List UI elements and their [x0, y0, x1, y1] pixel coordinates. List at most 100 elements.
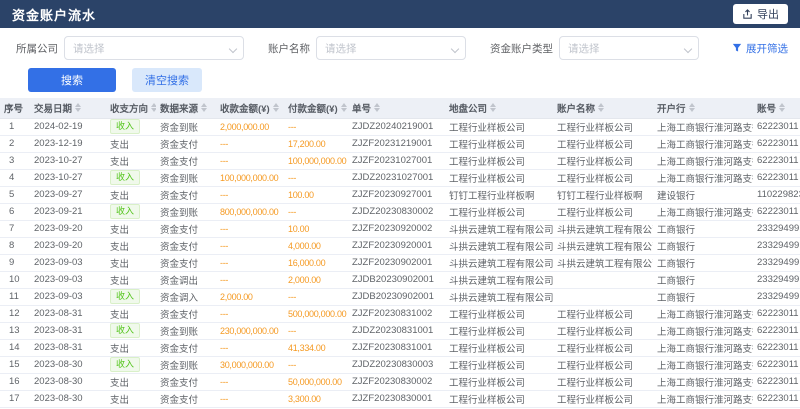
- cell-order: ZJZF20230927001: [348, 186, 445, 203]
- cell-account: 工程行业样板公司: [553, 390, 653, 407]
- search-button[interactable]: 搜索: [28, 68, 116, 92]
- cell-number: 62223011: [753, 135, 800, 152]
- column-header-number[interactable]: 账号: [753, 98, 800, 118]
- column-header-account[interactable]: 账户名称: [553, 98, 653, 118]
- table-row[interactable]: 42023-10-27收入资金到账100,000,000.00---ZJDZ20…: [0, 169, 800, 186]
- table-row[interactable]: 172023-08-30支出资金支付---3,300.00ZJZF2023083…: [0, 390, 800, 407]
- table-row[interactable]: 82023-09-20支出资金支付---4,000.00ZJZF20230920…: [0, 237, 800, 254]
- expense-text: 支出: [110, 140, 129, 151]
- cell-pay: 500,000,000.00: [284, 305, 348, 322]
- cell-number: 23329499: [753, 271, 800, 288]
- cell-site: 斗拱云建筑工程有限公司: [445, 271, 553, 288]
- cell-account: 斗拱云建筑工程有限公司: [553, 220, 653, 237]
- cell-order: ZJDZ20230830002: [348, 203, 445, 220]
- table-row[interactable]: 142023-08-31支出资金支付---41,334.00ZJZF202308…: [0, 339, 800, 356]
- cell-account: [553, 271, 653, 288]
- cell-number: 62223011: [753, 373, 800, 390]
- cell-source: 资金调入: [156, 288, 216, 305]
- table-row[interactable]: 102023-09-03支出资金调出---2,000.00ZJDB2023090…: [0, 271, 800, 288]
- cell-account: 工程行业样板公司: [553, 135, 653, 152]
- sort-icon[interactable]: [490, 103, 496, 112]
- cell-order: ZJZF20231027001: [348, 152, 445, 169]
- column-header-source[interactable]: 数据来源: [156, 98, 216, 118]
- cell-order: ZJDZ20231027001: [348, 169, 445, 186]
- table-row[interactable]: 62023-09-21收入资金到账800,000,000.00---ZJDZ20…: [0, 203, 800, 220]
- chevron-down-icon: [229, 45, 237, 53]
- sort-icon[interactable]: [689, 103, 695, 112]
- cell-pay: ---: [284, 169, 348, 186]
- cell-number: 62223011: [753, 322, 800, 339]
- cell-account: [553, 288, 653, 305]
- cell-date: 2023-09-27: [30, 186, 106, 203]
- column-label: 交易日期: [34, 101, 72, 115]
- table-row[interactable]: 112023-09-03收入资金调入2,000.00---ZJDB2023090…: [0, 288, 800, 305]
- cell-site: 工程行业样板公司: [445, 169, 553, 186]
- table-row[interactable]: 52023-09-27支出资金支付---100.00ZJZF2023092700…: [0, 186, 800, 203]
- sort-icon[interactable]: [151, 103, 156, 112]
- cell-receive: ---: [216, 271, 284, 288]
- cell-no: 5: [0, 186, 30, 203]
- cell-account: 斗拱云建筑工程有限公司: [553, 237, 653, 254]
- sort-icon[interactable]: [341, 103, 347, 112]
- table-row[interactable]: 152023-08-30收入资金到账30,000,000.00---ZJDZ20…: [0, 356, 800, 373]
- column-header-order[interactable]: 单号: [348, 98, 445, 118]
- column-header-site[interactable]: 地盘公司: [445, 98, 553, 118]
- cell-order: ZJZF20230920001: [348, 237, 445, 254]
- cell-pay: 17,200.00: [284, 135, 348, 152]
- cell-pay: 4,000.00: [284, 237, 348, 254]
- cell-direction: 支出: [106, 390, 156, 407]
- table-row[interactable]: 92023-09-03支出资金支付---16,000.00ZJZF2023090…: [0, 254, 800, 271]
- expense-text: 支出: [110, 310, 129, 321]
- sort-icon[interactable]: [779, 103, 785, 112]
- company-select[interactable]: 请选择: [64, 36, 244, 60]
- column-header-pay[interactable]: 付款金额(¥): [284, 98, 348, 118]
- cell-pay: 100.00: [284, 186, 348, 203]
- cell-no: 4: [0, 169, 30, 186]
- company-label: 所属公司: [16, 41, 58, 56]
- table-row[interactable]: 32023-10-27支出资金支付---100,000,000.00ZJZF20…: [0, 152, 800, 169]
- clear-search-button[interactable]: 清空搜索: [132, 68, 202, 92]
- cell-pay: 41,334.00: [284, 339, 348, 356]
- type-select[interactable]: 请选择: [559, 36, 699, 60]
- cell-bank: 工商银行: [653, 271, 753, 288]
- cell-source: 资金支付: [156, 186, 216, 203]
- table-row[interactable]: 122023-08-31支出资金支付---500,000,000.00ZJZF2…: [0, 305, 800, 322]
- sort-icon[interactable]: [75, 103, 81, 112]
- cell-site: 钉钉工程行业样板啊: [445, 186, 553, 203]
- column-header-date[interactable]: 交易日期: [30, 98, 106, 118]
- cell-pay: ---: [284, 322, 348, 339]
- column-header-receive[interactable]: 收款金额(¥): [216, 98, 284, 118]
- cell-date: 2023-12-19: [30, 135, 106, 152]
- sort-icon[interactable]: [374, 103, 380, 112]
- table-row[interactable]: 162023-08-30支出资金支付---50,000,000.00ZJZF20…: [0, 373, 800, 390]
- column-header-bank[interactable]: 开户行: [653, 98, 753, 118]
- cell-site: 工程行业样板公司: [445, 135, 553, 152]
- column-header-direction[interactable]: 收支方向: [106, 98, 156, 118]
- cell-order: ZJZF20231219001: [348, 135, 445, 152]
- cell-pay: 16,000.00: [284, 254, 348, 271]
- cell-order: ZJDZ20230831001: [348, 322, 445, 339]
- cell-site: 工程行业样板公司: [445, 203, 553, 220]
- sort-icon[interactable]: [201, 103, 207, 112]
- expand-filter-link[interactable]: 展开筛选: [732, 41, 788, 56]
- cell-bank: 建设银行: [653, 186, 753, 203]
- sort-icon[interactable]: [598, 103, 604, 112]
- cell-site: 工程行业样板公司: [445, 373, 553, 390]
- cell-direction: 支出: [106, 237, 156, 254]
- table-row[interactable]: 72023-09-20支出资金支付---10.00ZJZF20230920002…: [0, 220, 800, 237]
- account-select[interactable]: 请选择: [316, 36, 466, 60]
- column-label: 收款金额(¥): [220, 101, 270, 115]
- cell-number: 62223011: [753, 203, 800, 220]
- cell-source: 资金到账: [156, 169, 216, 186]
- table-row[interactable]: 132023-08-31收入资金到账230,000,000.00---ZJDZ2…: [0, 322, 800, 339]
- sort-icon[interactable]: [273, 103, 279, 112]
- cell-receive: 2,000,000.00: [216, 118, 284, 135]
- cell-pay: 10.00: [284, 220, 348, 237]
- table-row[interactable]: 22023-12-19支出资金支付---17,200.00ZJZF2023121…: [0, 135, 800, 152]
- cell-no: 16: [0, 373, 30, 390]
- cell-account: 工程行业样板公司: [553, 118, 653, 135]
- export-button[interactable]: 导出: [733, 4, 788, 24]
- cell-bank: 上海工商银行淮河路支行: [653, 322, 753, 339]
- table-row[interactable]: 12024-02-19收入资金到账2,000,000.00---ZJDZ2024…: [0, 118, 800, 135]
- cell-number: 62223011: [753, 152, 800, 169]
